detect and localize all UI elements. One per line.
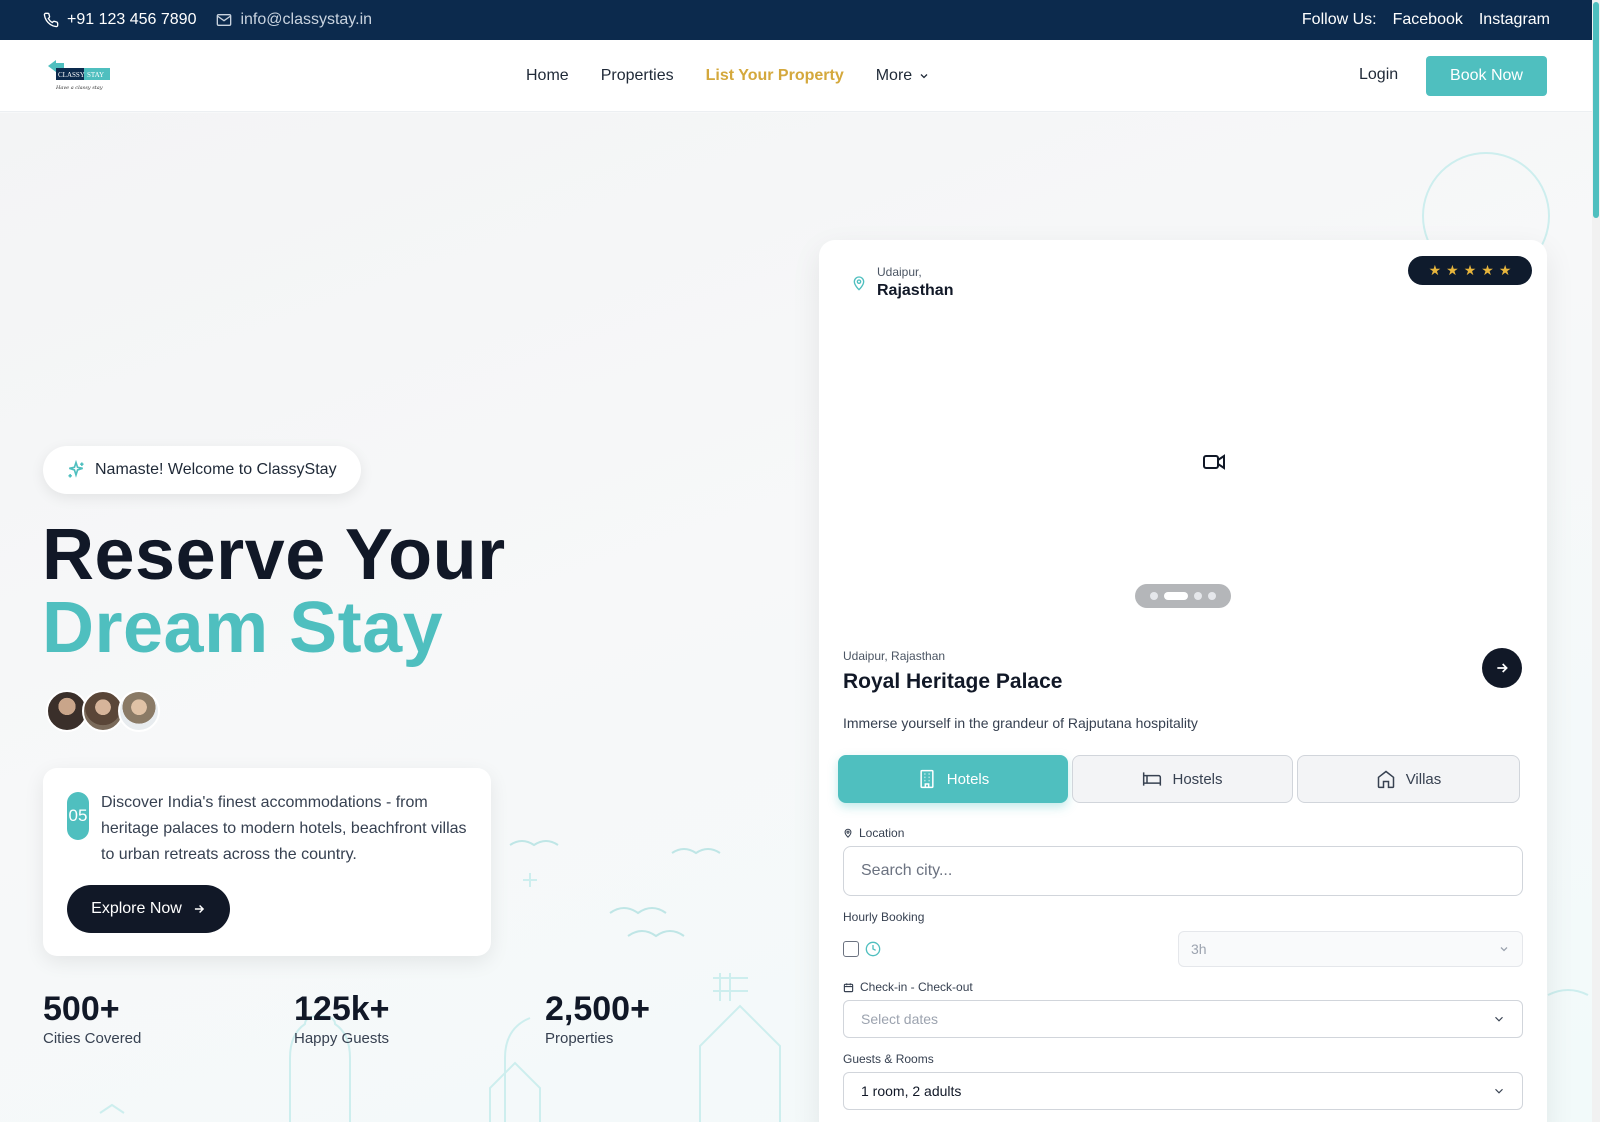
stat-properties: 2,500+ Properties — [545, 990, 650, 1047]
hourly-booking-label: Hourly Booking — [843, 910, 925, 924]
stat-label: Properties — [545, 1030, 614, 1047]
stat-value: 125k+ — [294, 990, 390, 1028]
tab-hotels[interactable]: Hotels — [838, 755, 1068, 803]
stat-value: 2,500+ — [545, 990, 650, 1028]
hourly-booking-checkbox[interactable] — [843, 941, 859, 957]
guests-label: Guests & Rooms — [843, 1052, 934, 1066]
nav-more[interactable]: More — [876, 67, 930, 85]
svg-text:Have a classy stay: Have a classy stay — [55, 85, 103, 91]
nav-list-your-property[interactable]: List Your Property — [706, 67, 844, 85]
phone-icon — [43, 12, 59, 28]
carousel-dot[interactable] — [1164, 592, 1188, 600]
property-description: Immerse yourself in the grandeur of Rajp… — [843, 715, 1198, 731]
avatar — [118, 690, 160, 732]
follow-us-label: Follow Us: — [1301, 11, 1377, 28]
tab-label: Villas — [1405, 770, 1442, 788]
top-bar: +91 123 456 7890 info@classystay.in Foll… — [0, 0, 1592, 40]
tab-hostels[interactable]: Hostels — [1072, 755, 1293, 803]
star-icon: ★ — [1463, 262, 1477, 278]
carousel-dot[interactable] — [1150, 592, 1158, 600]
stat-label: Cities Covered — [43, 1030, 142, 1047]
stat-label: Happy Guests — [294, 1030, 390, 1047]
hours-value: 3h — [1191, 941, 1207, 957]
calendar-icon — [843, 982, 854, 992]
home-icon — [1377, 770, 1394, 789]
hero-title-line1: Reserve Your — [42, 515, 506, 595]
mail-icon — [217, 14, 232, 26]
arrow-right-icon — [194, 904, 204, 914]
video-icon[interactable] — [1199, 450, 1229, 474]
location-label-text: Location — [859, 826, 905, 840]
star-icon: ★ — [1446, 262, 1459, 278]
intro-card: 05 Discover India's finest accommodation… — [43, 768, 491, 956]
card-location: Udaipur, Rajasthan — [851, 265, 953, 300]
explore-now-button[interactable]: Explore Now — [67, 885, 230, 933]
property-booking-card: Udaipur, Rajasthan ★ ★ ★ ★ ★ Udaipur, Rajast… — [819, 240, 1547, 1122]
intro-description: Discover India's finest accommodations -… — [101, 794, 467, 863]
tab-label: Hotels — [946, 770, 990, 788]
stat-guests: 125k+ Happy Guests — [294, 990, 390, 1047]
svg-text:STAY: STAY — [87, 71, 104, 79]
nav-properties[interactable]: Properties — [601, 67, 674, 85]
tab-label: Hostels — [1172, 770, 1223, 788]
login-link[interactable]: Login — [1359, 66, 1398, 84]
location-search-input[interactable]: Search city... — [843, 846, 1523, 896]
chevron-down-icon — [1495, 1016, 1503, 1022]
star-icon: ★ — [1428, 262, 1442, 278]
card-state: Rajasthan — [877, 282, 954, 299]
phone-contact[interactable]: +91 123 456 7890 — [43, 11, 196, 29]
card-city: Udaipur, — [877, 265, 922, 279]
rating-stars: ★ ★ ★ ★ ★ — [1408, 256, 1532, 285]
book-now-button[interactable]: Book Now — [1426, 56, 1547, 96]
guest-avatars — [46, 690, 160, 732]
instagram-link[interactable]: Instagram — [1479, 11, 1550, 29]
chevron-down-icon — [920, 74, 928, 79]
date-range-placeholder: Select dates — [861, 1011, 939, 1027]
carousel-dot[interactable] — [1194, 592, 1202, 600]
dates-label: Check-in - Check-out — [843, 980, 973, 994]
property-location: Udaipur, Rajasthan — [843, 649, 946, 663]
hours-select[interactable]: 3h — [1178, 931, 1523, 967]
clock-icon — [865, 941, 881, 957]
facebook-link[interactable]: Facebook — [1393, 11, 1463, 29]
welcome-text: Namaste! Welcome to ClassyStay — [95, 461, 337, 478]
tab-villas[interactable]: Villas — [1297, 755, 1520, 803]
property-type-tabs: Hotels Hostels Villas — [838, 755, 1520, 803]
star-icon: ★ — [1481, 262, 1494, 278]
arrow-right-icon — [1497, 663, 1508, 673]
guests-rooms-value: 1 room, 2 adults — [861, 1083, 962, 1099]
guests-rooms-select[interactable]: 1 room, 2 adults — [843, 1072, 1523, 1110]
nav-more-label: More — [875, 67, 913, 84]
scrollbar-thumb[interactable] — [1593, 2, 1599, 218]
welcome-badge: Namaste! Welcome to ClassyStay — [43, 446, 361, 494]
sparkle-icon — [68, 460, 84, 478]
location-label: Location — [843, 826, 904, 840]
site-header: CLASSY STAY Have a classy stay Home Prop… — [0, 40, 1592, 112]
hero-title-line2: Dream Stay — [42, 588, 444, 668]
star-icon: ★ — [1498, 262, 1512, 278]
nav-home[interactable]: Home — [526, 67, 569, 85]
property-name: Royal Heritage Palace — [843, 670, 1063, 693]
building-icon — [920, 769, 934, 789]
chevron-down-icon — [1500, 947, 1508, 952]
phone-number: +91 123 456 7890 — [67, 11, 197, 28]
number-badge: 05 — [67, 792, 89, 840]
map-pin-icon — [853, 276, 865, 291]
svg-text:CLASSY: CLASSY — [58, 71, 85, 79]
explore-now-label: Explore Now — [91, 900, 182, 917]
logo[interactable]: CLASSY STAY Have a classy stay — [46, 58, 112, 94]
main-nav: Home Properties List Your Property More — [526, 40, 930, 112]
carousel-dot[interactable] — [1208, 592, 1216, 600]
date-range-picker[interactable]: Select dates — [843, 1000, 1523, 1038]
map-pin-icon — [844, 828, 852, 838]
bed-icon — [1143, 772, 1162, 786]
view-property-button[interactable] — [1482, 648, 1522, 688]
dates-label-text: Check-in - Check-out — [860, 980, 973, 994]
stat-cities: 500+ Cities Covered — [43, 990, 141, 1047]
stat-value: 500+ — [43, 990, 120, 1028]
email-address: info@classystay.in — [240, 11, 373, 28]
email-contact[interactable]: info@classystay.in — [216, 11, 372, 29]
chevron-down-icon — [1495, 1088, 1503, 1094]
carousel-indicator[interactable] — [1135, 584, 1231, 608]
